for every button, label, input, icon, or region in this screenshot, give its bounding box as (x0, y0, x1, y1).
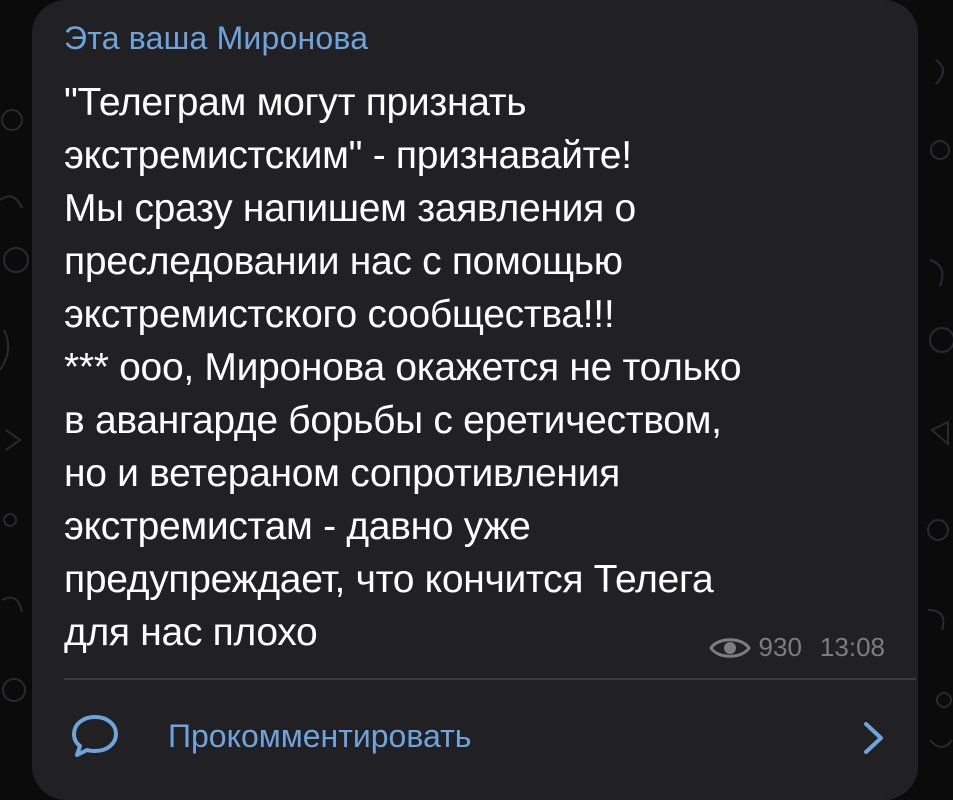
message-meta: 930 13:08 (708, 632, 885, 663)
message-time: 13:08 (819, 632, 885, 662)
views-count: 930 (758, 632, 802, 662)
chevron-right-icon (862, 720, 886, 756)
comment-bubble-icon (70, 713, 120, 759)
comment-button[interactable]: Прокомментировать (32, 680, 918, 783)
comment-button-label: Прокомментировать (168, 718, 472, 754)
eye-icon (708, 634, 751, 662)
channel-author-name[interactable]: Эта ваша Миронова (64, 20, 368, 57)
message-text: "Телеграм могут признать экстремистским"… (64, 81, 742, 654)
